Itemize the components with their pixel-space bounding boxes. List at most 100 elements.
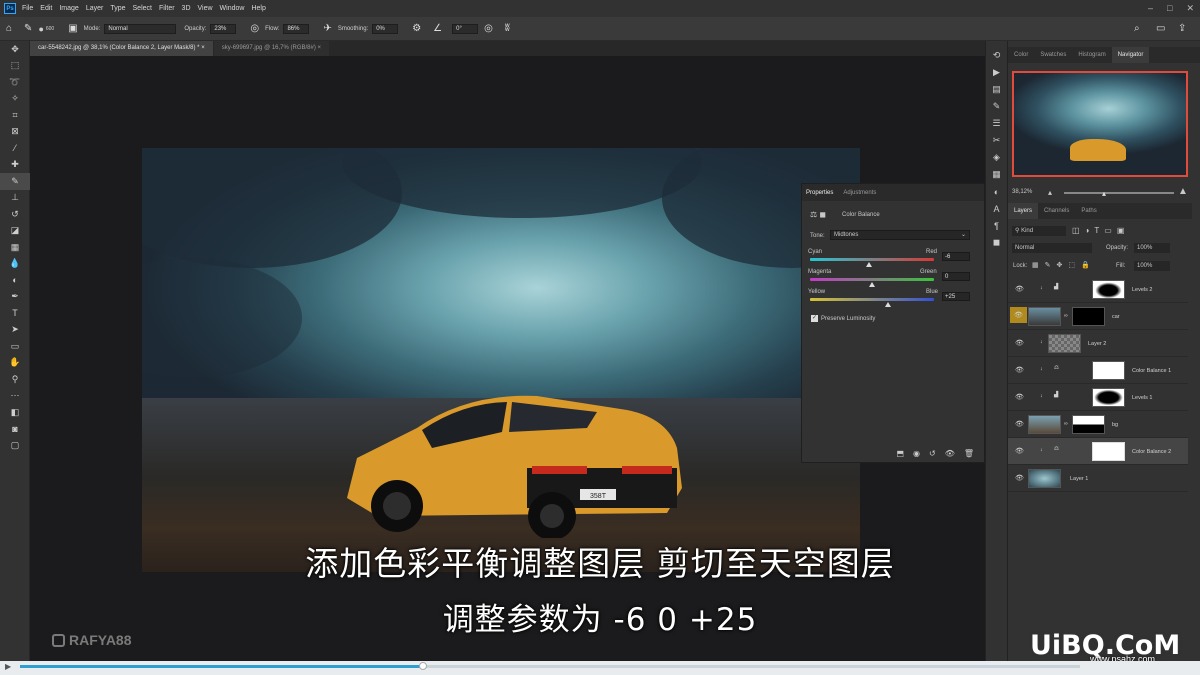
slider-handle[interactable]	[869, 282, 875, 287]
pressure-opacity-icon[interactable]: ◎	[250, 23, 259, 34]
slider-handle[interactable]	[885, 302, 891, 307]
layer-mask-thumbnail[interactable]	[1092, 280, 1125, 299]
menu-help[interactable]: Help	[251, 5, 265, 12]
type-tool-icon[interactable]: T	[0, 305, 30, 322]
cyan-red-slider[interactable]	[810, 258, 934, 261]
view-previous-icon[interactable]: ◉	[913, 449, 920, 458]
brush-tool-icon[interactable]: ✎	[0, 173, 30, 190]
airbrush-icon[interactable]: ✈	[323, 23, 331, 34]
libraries-icon[interactable]: ▤	[986, 81, 1007, 98]
menu-view[interactable]: View	[198, 5, 213, 12]
tab-sky-document[interactable]: sky-699697.jpg @ 16,7% (RGB/8#) ×	[214, 41, 329, 56]
menu-layer[interactable]: Layer	[86, 5, 104, 12]
tab-color[interactable]: Color	[1008, 47, 1034, 63]
eye-icon[interactable]: 👁	[1015, 393, 1024, 401]
menu-select[interactable]: Select	[133, 5, 152, 12]
layer-row-selected[interactable]: 👁 ↓ ⚖ Color Balance 2	[1008, 438, 1188, 465]
symmetry-icon[interactable]: ʬ	[505, 23, 510, 34]
layer-thumbnail[interactable]	[1028, 307, 1061, 326]
tab-adjustments[interactable]: Adjustments	[843, 190, 876, 196]
path-select-tool-icon[interactable]: ➤	[0, 322, 30, 339]
navigator-preview[interactable]	[1012, 71, 1188, 177]
layer-row[interactable]: 👁 ↓ ⚖ Color Balance 1	[1008, 357, 1188, 384]
layer-row[interactable]: 👁 ∞ car	[1008, 303, 1188, 330]
tab-paths[interactable]: Paths	[1075, 203, 1102, 219]
more-tools-icon[interactable]: ⋯	[0, 388, 30, 405]
menu-filter[interactable]: Filter	[159, 5, 175, 12]
layer-row[interactable]: 👁 ↓ Layer 2	[1008, 330, 1188, 357]
slider-handle[interactable]	[866, 262, 872, 267]
layer-thumbnail[interactable]	[1028, 469, 1061, 488]
zoom-value[interactable]: 38,12%	[1012, 189, 1032, 195]
eye-icon[interactable]: 👁	[1010, 307, 1027, 323]
tone-select[interactable]: Midtones⌄	[830, 230, 970, 240]
eye-icon[interactable]: 👁	[1015, 420, 1024, 428]
clone-source-icon[interactable]: ✂	[986, 132, 1007, 149]
yellow-blue-slider[interactable]	[810, 298, 934, 301]
cyan-red-value[interactable]: -6	[942, 252, 970, 261]
magenta-green-value[interactable]: 0	[942, 272, 970, 281]
play-action-icon[interactable]: ▶	[986, 64, 1007, 81]
tab-properties[interactable]: Properties	[806, 190, 833, 196]
layer-mask-thumbnail[interactable]	[1092, 388, 1125, 407]
preserve-luminosity-checkbox[interactable]: ✓	[811, 315, 818, 322]
layer-row[interactable]: 👁 ∞ bg	[1008, 411, 1188, 438]
tab-navigator[interactable]: Navigator	[1112, 47, 1150, 63]
gradient-tool-icon[interactable]: ▦	[0, 239, 30, 256]
eye-icon[interactable]: 👁	[1015, 474, 1024, 482]
lasso-tool-icon[interactable]: ➰	[0, 74, 30, 91]
close-tab-icon[interactable]: ×	[318, 45, 322, 51]
home-icon[interactable]: ⌂	[6, 23, 12, 34]
zoom-out-icon[interactable]: ▴	[1048, 188, 1052, 197]
menu-file[interactable]: File	[22, 5, 33, 12]
healing-tool-icon[interactable]: ✚	[0, 157, 30, 174]
workspace-icon[interactable]: ▭	[1156, 23, 1165, 34]
layer-mask-thumbnail[interactable]	[1092, 442, 1125, 461]
zoom-slider-handle[interactable]: ▴	[1102, 189, 1106, 198]
reset-icon[interactable]: ↺	[929, 449, 936, 458]
maximize-icon[interactable]: □	[1167, 3, 1172, 14]
blend-mode-select[interactable]: Normal	[1012, 243, 1092, 253]
document-canvas[interactable]: 358T	[142, 148, 860, 572]
layer-mask-thumbnail[interactable]	[1072, 415, 1105, 434]
layer-filter-icons[interactable]: ◫◑T▭▣	[1072, 226, 1129, 235]
trash-icon[interactable]: 🗑	[964, 449, 974, 458]
blur-tool-icon[interactable]: 💧	[0, 256, 30, 273]
brush-preset-picker[interactable]: ● 600	[38, 24, 54, 34]
menu-type[interactable]: Type	[110, 5, 125, 12]
zoom-tool-icon[interactable]: ⚲	[0, 371, 30, 388]
zoom-in-icon[interactable]: ▲	[1178, 186, 1188, 197]
magenta-green-slider[interactable]	[810, 278, 934, 281]
menu-3d[interactable]: 3D	[182, 5, 191, 12]
angle-field[interactable]: 0°	[452, 24, 478, 34]
layer-row[interactable]: 👁 Layer 1	[1008, 465, 1188, 492]
play-icon[interactable]: ▶	[5, 662, 11, 671]
brush-settings-icon[interactable]: ✎	[986, 98, 1007, 115]
layer-row[interactable]: 👁 ↓ ▟ Levels 1	[1008, 384, 1188, 411]
layer-mask-thumbnail[interactable]	[1072, 307, 1105, 326]
layer-opacity-field[interactable]: 100%	[1134, 243, 1170, 253]
eyedropper-tool-icon[interactable]: ⁄	[0, 140, 30, 157]
layer-thumbnail[interactable]	[1048, 334, 1081, 353]
minimize-icon[interactable]: –	[1148, 3, 1153, 14]
visibility-icon[interactable]: 👁	[945, 449, 955, 458]
frame-tool-icon[interactable]: ⊠	[0, 124, 30, 141]
history-brush-icon[interactable]: ↺	[0, 206, 30, 223]
eye-icon[interactable]: 👁	[1015, 339, 1024, 347]
crop-tool-icon[interactable]: ⌗	[0, 107, 30, 124]
paragraph-icon[interactable]: ¶	[986, 217, 1007, 234]
layer-row[interactable]: 👁 ↓ ▟ Levels 2	[1008, 276, 1188, 303]
tab-layers[interactable]: Layers	[1008, 203, 1038, 219]
brush-tool-icon[interactable]: ✎	[24, 23, 32, 34]
eye-icon[interactable]: 👁	[1015, 366, 1024, 374]
stamp-tool-icon[interactable]: ⊥	[0, 190, 30, 207]
brush-settings-icon[interactable]: ▣	[68, 23, 77, 34]
pen-tool-icon[interactable]: ✒	[0, 289, 30, 306]
menu-image[interactable]: Image	[59, 5, 78, 12]
mode-select[interactable]: Normal	[104, 24, 176, 34]
search-icon[interactable]: ⌕	[1134, 23, 1140, 34]
clip-to-layer-icon[interactable]: ⬒	[896, 449, 904, 458]
video-progress-handle[interactable]	[419, 662, 427, 670]
tab-car-document[interactable]: car-5548242.jpg @ 38,1% (Color Balance 2…	[30, 41, 213, 56]
adjust-icon[interactable]: ☰	[986, 115, 1007, 132]
